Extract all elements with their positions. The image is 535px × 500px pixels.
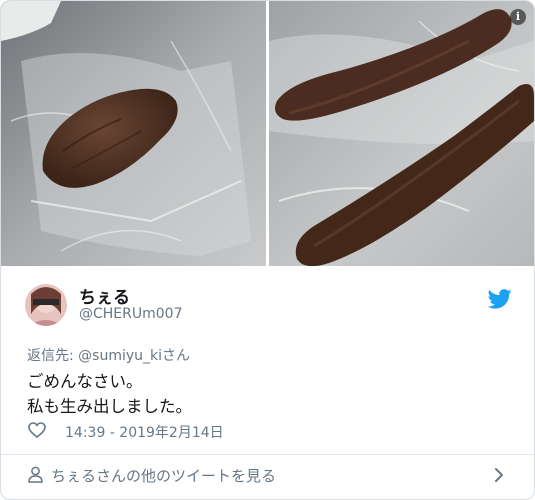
reply-mention-link[interactable]: @sumiyu_kiさん [78, 348, 190, 364]
heart-icon[interactable] [28, 422, 46, 438]
tweet-text: ごめんなさい。 私も生み出しました。 [27, 369, 192, 419]
reply-prefix: 返信先: [27, 348, 74, 364]
tweet-text-line: ごめんなさい。 [27, 372, 143, 391]
tweet-text-line: 私も生み出しました。 [27, 397, 192, 416]
photo-left[interactable] [1, 1, 266, 266]
info-icon[interactable]: i [510, 9, 526, 25]
user-handle[interactable]: @CHERUm007 [79, 306, 182, 322]
twitter-bird-icon[interactable] [488, 289, 512, 309]
display-name[interactable]: ちぇる [79, 283, 130, 308]
avatar[interactable] [25, 284, 67, 326]
tweet-timestamp[interactable]: 14:39 - 2019年2月14日 [65, 422, 224, 442]
reply-context: 返信先: @sumiyu_kiさん [27, 345, 190, 365]
more-tweets-label[interactable]: ちぇるさんの他のツイートを見る [51, 465, 276, 486]
photo-right[interactable]: i [269, 1, 534, 266]
tweet-card: i ちぇる @CHERUm007 返信先: @sumiyu_kiさん ごめんなさ… [0, 0, 535, 500]
person-icon [28, 466, 43, 483]
chevron-right-icon[interactable] [493, 467, 505, 483]
media-grid: i [1, 1, 534, 266]
